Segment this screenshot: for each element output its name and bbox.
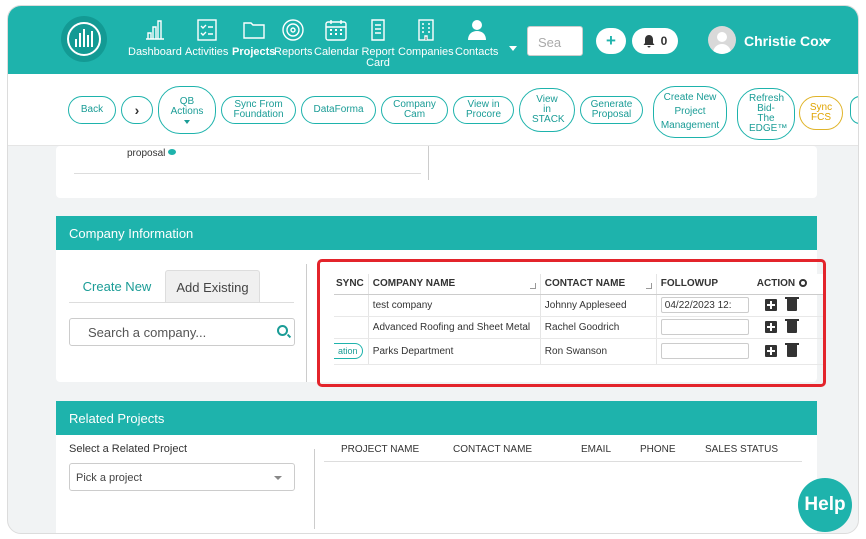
related-project-select[interactable]: Pick a project — [69, 463, 295, 491]
sync-foundation-label: Sync From Foundation — [233, 99, 284, 120]
chevron-down-icon — [274, 476, 282, 480]
logo-bars-icon — [67, 22, 101, 56]
create-project-management-button[interactable]: Create New Project Management — [653, 86, 727, 138]
action-toolbar: Back › QB Actions Sync From Foundation D… — [8, 74, 858, 146]
forward-button[interactable]: › — [121, 96, 153, 124]
col-sales-status[interactable]: SALES STATUS — [705, 444, 778, 455]
chevron-down-icon[interactable] — [509, 46, 517, 51]
proposal-text: proposal — [127, 148, 177, 159]
eye-icon[interactable] — [168, 149, 177, 155]
back-label: Back — [80, 104, 104, 115]
more-actions-button[interactable] — [850, 96, 858, 124]
document-icon — [371, 19, 385, 41]
col-email[interactable]: EMAIL — [581, 444, 611, 455]
target-icon — [282, 19, 304, 41]
company-search-input[interactable]: Search a company... — [69, 318, 295, 346]
nav-label: Calendar — [314, 46, 359, 58]
select-placeholder: Pick a project — [76, 472, 143, 484]
app-window: Dashboard Activities Projects Reports Ca… — [7, 5, 859, 534]
sync-fcs-button[interactable]: Sync FCS — [799, 96, 843, 130]
proposal-label: proposal — [127, 148, 166, 159]
nav-projects[interactable]: Projects — [232, 18, 275, 58]
related-projects-panel: Related Projects Select a Related Projec… — [56, 401, 817, 533]
select-related-label: Select a Related Project — [69, 443, 188, 455]
nav-contacts[interactable]: Contacts — [455, 18, 498, 58]
tab-create-new[interactable]: Create New — [69, 270, 165, 302]
search-icon[interactable] — [277, 325, 288, 336]
company-cam-button[interactable]: Company Cam — [381, 96, 448, 124]
nav-dashboard[interactable]: Dashboard — [128, 18, 182, 58]
refresh-bid-edge-button[interactable]: Refresh Bid-The EDGE™ — [737, 88, 795, 140]
calendar-icon — [325, 20, 348, 41]
view-procore-button[interactable]: View in Procore — [453, 96, 514, 124]
nav-report-card[interactable]: Report Card — [361, 18, 395, 69]
folder-icon — [243, 22, 265, 39]
checklist-icon — [197, 19, 217, 41]
refresh-bid-edge-label: Refresh Bid-The EDGE™ — [749, 93, 788, 134]
highlight-box — [317, 259, 826, 387]
nav-label: Reports — [274, 46, 313, 58]
chevron-right-icon: › — [134, 102, 140, 118]
bar-chart-icon — [145, 20, 164, 40]
nav-label: Activities — [185, 46, 229, 58]
panel-title: Related Projects — [56, 401, 817, 435]
app-logo[interactable] — [61, 16, 107, 62]
notification-count: 0 — [660, 34, 668, 48]
dataforma-label: DataForma — [313, 104, 364, 115]
view-stack-label: View in STACK — [532, 94, 565, 125]
panel-title: Company Information — [56, 216, 817, 250]
col-project-name[interactable]: PROJECT NAME — [341, 444, 419, 455]
company-cam-label: Company Cam — [393, 99, 436, 120]
dataforma-button[interactable]: DataForma — [301, 96, 376, 124]
nav-calendar[interactable]: Calendar — [314, 18, 359, 58]
add-button[interactable]: + — [596, 28, 626, 54]
nav-activities[interactable]: Activities — [185, 18, 228, 58]
bell-icon — [643, 34, 655, 47]
generate-proposal-label: Generate Proposal — [590, 99, 633, 120]
nav-companies[interactable]: Companies — [398, 18, 454, 58]
building-icon — [418, 19, 434, 41]
search-placeholder: Search a company... — [88, 325, 207, 340]
qb-actions-label: QB Actions — [170, 95, 204, 117]
tab-add-existing[interactable]: Add Existing — [165, 270, 260, 302]
nav-label: Dashboard — [128, 46, 182, 58]
col-contact-name[interactable]: CONTACT NAME — [453, 444, 532, 455]
company-tabs: Create New Add Existing — [69, 270, 260, 302]
avatar[interactable] — [708, 26, 736, 54]
create-project-management-label: Create New Project Management — [660, 92, 720, 131]
view-stack-button[interactable]: View in STACK — [519, 88, 575, 132]
back-button[interactable]: Back — [68, 96, 116, 124]
qb-actions-button[interactable]: QB Actions — [158, 86, 216, 134]
chevron-down-icon[interactable] — [823, 39, 831, 44]
view-procore-label: View in Procore — [465, 99, 501, 120]
nav-reports[interactable]: Reports — [274, 18, 313, 58]
nav-label: Projects — [232, 46, 276, 58]
notifications-button[interactable]: 0 — [632, 28, 678, 54]
sync-fcs-label: Sync FCS — [809, 102, 833, 123]
nav-label: Contacts — [455, 46, 499, 58]
generate-proposal-button[interactable]: Generate Proposal — [580, 96, 643, 124]
sync-foundation-button[interactable]: Sync From Foundation — [221, 96, 296, 124]
search-input[interactable]: Sea — [527, 26, 583, 56]
nav-label: Companies — [398, 46, 454, 58]
person-icon — [467, 20, 486, 40]
top-nav: Dashboard Activities Projects Reports Ca… — [8, 6, 858, 74]
col-phone[interactable]: PHONE — [640, 444, 676, 455]
caret-down-icon — [184, 119, 190, 124]
plus-icon: + — [606, 31, 616, 50]
nav-label: Report Card — [361, 46, 395, 69]
help-button[interactable]: Help — [798, 478, 852, 532]
user-name[interactable]: Christie Cox — [744, 33, 826, 49]
